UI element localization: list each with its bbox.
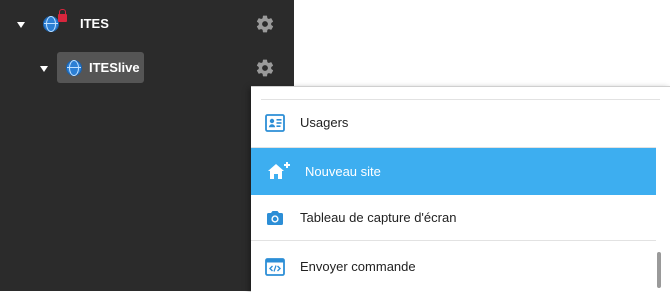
lock-icon <box>58 9 67 22</box>
gear-icon[interactable] <box>255 14 275 34</box>
globe-icon <box>43 16 59 32</box>
globe-icon <box>66 60 82 76</box>
tree-item-label: ITES <box>80 16 109 31</box>
menu-divider <box>261 99 660 100</box>
menu-item-label: Tableau de capture d'écran <box>300 210 457 225</box>
expand-caret-icon[interactable] <box>40 66 48 72</box>
context-menu: Usagers Nouveau site Tableau de capture … <box>251 86 670 292</box>
tree-item-iteslive[interactable]: ITESlive <box>0 48 294 88</box>
menu-item-label: Usagers <box>300 115 349 130</box>
tree-item-ites[interactable]: ITES <box>0 4 294 44</box>
menu-item-envoyer-commande[interactable]: Envoyer commande <box>251 245 656 289</box>
contact-card-icon <box>265 113 285 133</box>
menu-item-tableau-capture[interactable]: Tableau de capture d'écran <box>251 196 656 240</box>
menu-item-nouveau-site[interactable]: Nouveau site <box>251 148 656 195</box>
gear-icon[interactable] <box>255 58 275 78</box>
menu-divider <box>251 240 656 241</box>
camera-icon <box>265 208 285 228</box>
menu-item-label: Envoyer commande <box>300 259 416 274</box>
expand-caret-icon[interactable] <box>17 22 25 28</box>
code-window-icon <box>265 257 285 277</box>
menu-scrollbar[interactable] <box>657 252 661 288</box>
site-tree-panel: ITES ITESlive <box>0 0 294 291</box>
house-plus-icon <box>267 161 291 181</box>
menu-item-label: Nouveau site <box>305 164 381 179</box>
tree-item-label: ITESlive <box>89 60 140 75</box>
menu-item-usagers[interactable]: Usagers <box>251 101 656 145</box>
